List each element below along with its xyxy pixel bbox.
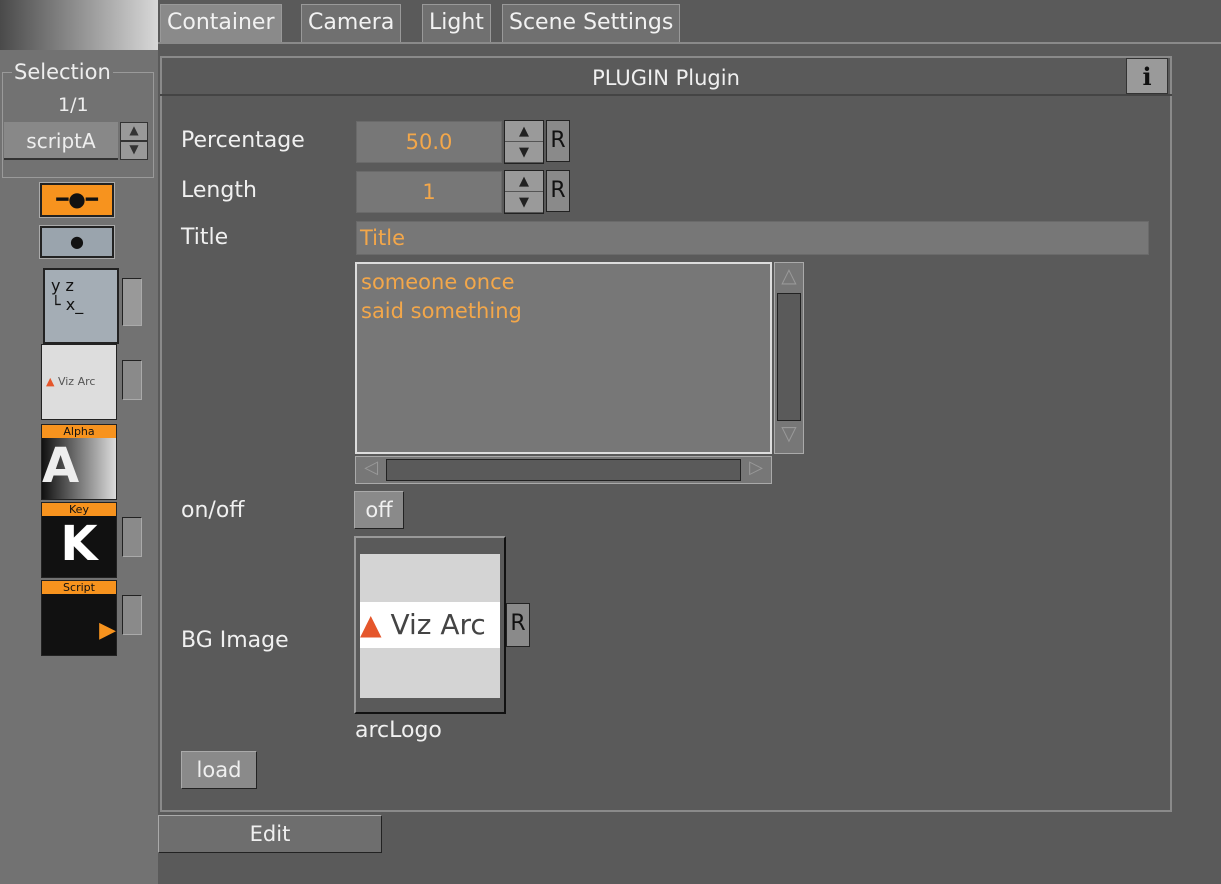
selection-count: 1/1 [58, 94, 89, 116]
person-icon[interactable]: ● [39, 225, 115, 259]
axis-transform-icon[interactable]: y z └ x_ [43, 268, 119, 344]
horizontal-scrollbar[interactable]: ◁ ▷ [355, 456, 772, 484]
viz-arc-logo-icon: ▲ [360, 608, 382, 641]
selection-up-icon[interactable]: ▲ [120, 122, 148, 141]
vertical-scrollbar[interactable]: △ ▽ [774, 262, 804, 454]
script-label: Script [42, 581, 116, 594]
tab-scene-settings[interactable]: Scene Settings [502, 4, 681, 42]
percentage-reset-button[interactable]: R [546, 120, 570, 162]
scroll-up-icon[interactable]: △ [775, 263, 803, 293]
texture-thumb-label: Viz Arc [57, 375, 96, 388]
length-reset-button[interactable]: R [546, 170, 570, 212]
tab-container[interactable]: Container [160, 4, 282, 42]
bg-image-reset-button[interactable]: R [506, 603, 530, 647]
alpha-label: Alpha [42, 425, 116, 438]
key-thumbnail[interactable]: Key K [41, 502, 117, 578]
info-button[interactable]: i [1126, 58, 1168, 94]
length-input[interactable]: 1 [356, 171, 502, 213]
texture-slot[interactable] [122, 360, 142, 400]
scroll-thumb[interactable] [777, 293, 801, 421]
plugin-title: PLUGIN Plugin [160, 58, 1172, 96]
percentage-label: Percentage [181, 128, 305, 153]
bg-image-label: BG Image [181, 628, 289, 653]
texture-thumbnail[interactable]: ▲ Viz Arc [41, 344, 117, 420]
key-label: Key [42, 503, 116, 516]
selection-down-icon[interactable]: ▼ [120, 141, 148, 160]
hscroll-thumb[interactable] [386, 459, 741, 481]
onoff-label: on/off [181, 498, 245, 523]
tab-camera[interactable]: Camera [301, 4, 402, 42]
down-arrow-icon[interactable]: ▼ [505, 192, 543, 213]
bg-image-name: arcLogo [355, 718, 442, 743]
script-thumbnail[interactable]: Script ▶ [41, 580, 117, 656]
title-label: Title [181, 225, 229, 250]
tab-light[interactable]: Light [422, 4, 491, 42]
selection-dropdown[interactable]: scriptA [4, 122, 118, 160]
up-arrow-icon[interactable]: ▲ [505, 171, 543, 192]
length-stepper[interactable]: ▲ ▼ [504, 170, 544, 214]
edit-button[interactable]: Edit [158, 815, 382, 853]
scroll-down-icon[interactable]: ▽ [775, 421, 803, 451]
top-left-bar [0, 0, 158, 50]
text-area[interactable]: someone once said something [355, 262, 772, 454]
scroll-right-icon[interactable]: ▷ [741, 457, 771, 483]
onoff-toggle[interactable]: off [354, 491, 404, 529]
length-label: Length [181, 178, 257, 203]
transform-toggle[interactable] [122, 278, 142, 326]
up-arrow-icon[interactable]: ▲ [505, 121, 543, 142]
selection-label: Selection [12, 60, 113, 84]
bg-image-thumbnail[interactable]: ▲ Viz Arc [354, 536, 506, 714]
scroll-left-icon[interactable]: ◁ [356, 457, 386, 483]
container-icon[interactable]: ━●━ [39, 182, 115, 218]
load-button[interactable]: load [181, 751, 257, 789]
key-slot[interactable] [122, 517, 142, 557]
percentage-stepper[interactable]: ▲ ▼ [504, 120, 544, 164]
title-input[interactable]: Title [356, 221, 1149, 255]
script-slot[interactable] [122, 595, 142, 635]
down-arrow-icon[interactable]: ▼ [505, 142, 543, 163]
alpha-thumbnail[interactable]: Alpha A [41, 424, 117, 500]
percentage-input[interactable]: 50.0 [356, 121, 502, 163]
bg-image-text: Viz Arc [390, 608, 486, 641]
